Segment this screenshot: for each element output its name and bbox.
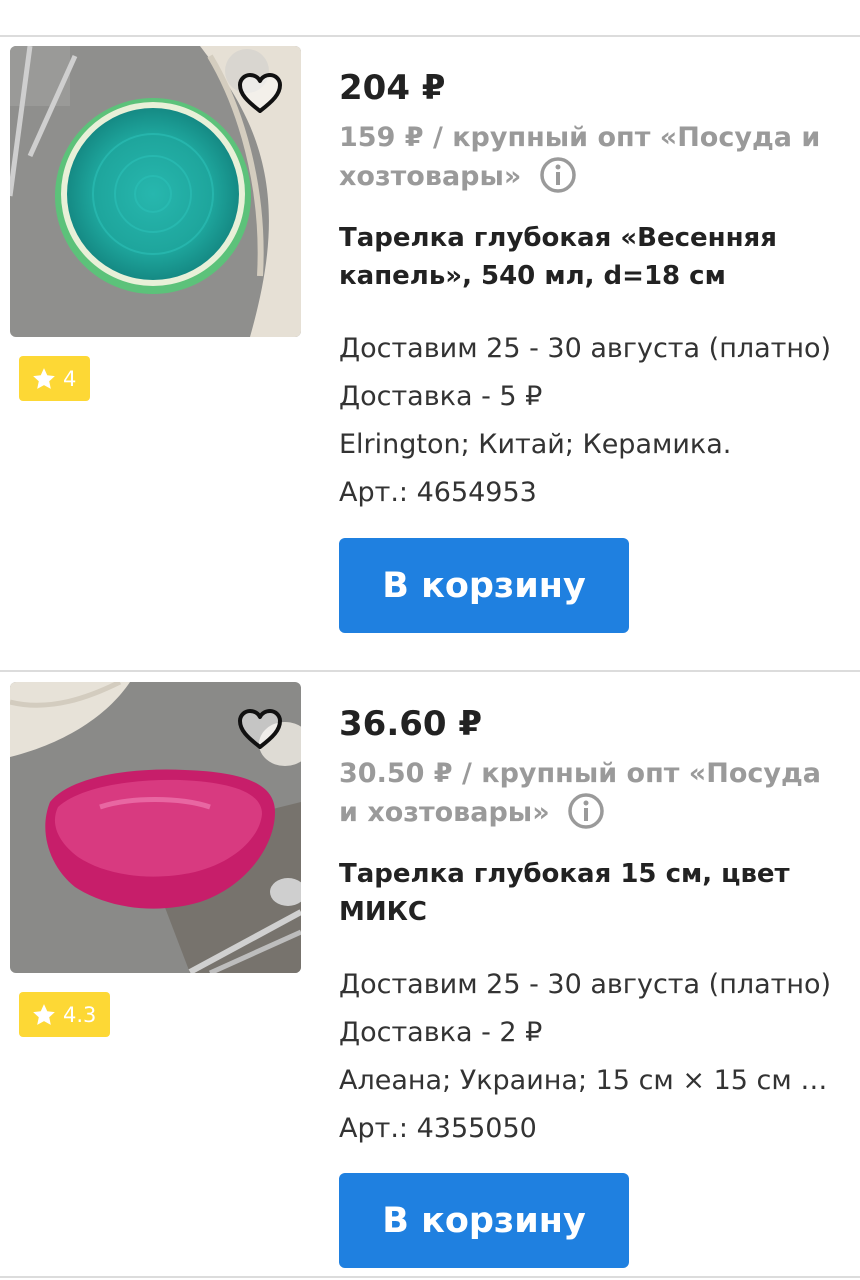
price: 36.60 ₽ [339,704,483,744]
product-details: Алеана; Украина; 15 см × 15 см ×... [339,1065,840,1096]
product-meta: Доставим 25 - 30 августа (платно) Достав… [339,961,840,1153]
wholesale-text: 159 ₽ / крупный опт «Посуда и хозтовары» [339,122,821,192]
rating-value: 4.3 [63,1002,97,1027]
product-details: Elrington; Китай; Керамика. [339,429,732,460]
heart-outline-icon [238,709,282,749]
rating-value: 4 [63,366,77,391]
product-card: 4.3 36.60 ₽ 30.50 ₽ / крупный опт «Посуд… [0,682,860,1272]
bottom-divider [0,1276,860,1278]
product-title[interactable]: Тарелка глубокая «Весенняя капель», 540 … [339,219,840,295]
product-image[interactable] [10,46,301,337]
add-to-cart-button[interactable]: В корзину [339,1173,629,1268]
product-info: 36.60 ₽ 30.50 ₽ / крупный опт «Посуда и … [339,704,840,1153]
product-card: 4 204 ₽ 159 ₽ / крупный опт «Посуда и хо… [0,46,860,666]
product-info: 204 ₽ 159 ₽ / крупный опт «Посуда и хозт… [339,68,840,517]
product-image[interactable] [10,682,301,973]
favorite-button[interactable] [235,68,285,118]
price: 204 ₽ [339,68,446,108]
rating-badge: 4.3 [19,992,111,1037]
rating-badge: 4 [19,356,91,401]
delivery-dates: Доставим 25 - 30 августа (платно) [339,969,832,1000]
article-number: Арт.: 4654953 [339,477,537,508]
delivery-cost: Доставка - 2 ₽ [339,1017,543,1048]
delivery-cost: Доставка - 5 ₽ [339,381,543,412]
wholesale-price: 159 ₽ / крупный опт «Посуда и хозтовары» [339,118,840,196]
heart-outline-icon [238,73,282,113]
info-circle-icon[interactable] [539,156,577,194]
card-divider [0,670,860,672]
delivery-dates: Доставим 25 - 30 августа (платно) [339,333,832,364]
add-to-cart-button[interactable]: В корзину [339,538,629,633]
star-icon [33,1003,55,1025]
product-title[interactable]: Тарелка глубокая 15 см, цвет МИКС [339,855,840,931]
article-number: Арт.: 4355050 [339,1113,537,1144]
star-icon [33,367,55,389]
top-divider [0,35,860,37]
info-circle-icon[interactable] [567,792,605,830]
favorite-button[interactable] [235,704,285,754]
product-meta: Доставим 25 - 30 августа (платно) Достав… [339,325,840,517]
wholesale-price: 30.50 ₽ / крупный опт «Посуда и хозтовар… [339,754,840,832]
